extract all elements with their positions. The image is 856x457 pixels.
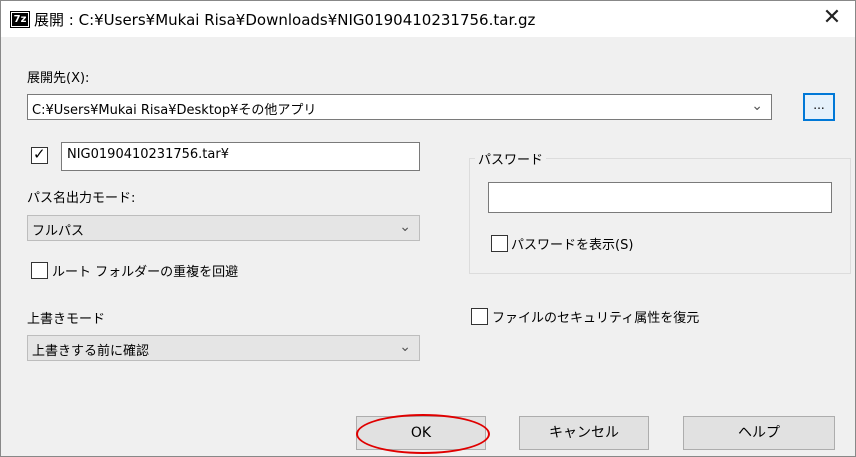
cancel-button[interactable]: キャンセル — [519, 416, 649, 450]
password-group — [469, 158, 851, 274]
close-icon: ✕ — [822, 5, 842, 30]
chevron-down-icon: ⌄ — [399, 219, 411, 235]
destination-combo[interactable]: C:¥Users¥Mukai Risa¥Desktop¥その他アプリ ⌄ — [27, 94, 772, 120]
checkmark-icon: ✓ — [33, 145, 46, 163]
path-mode-value: フルパス — [32, 224, 85, 239]
title-bar: 7z 展開 : C:¥Users¥Mukai Risa¥Downloads¥NI… — [1, 1, 855, 37]
avoid-duplicate-label: ルート フォルダーの重複を回避 — [52, 265, 239, 280]
overwrite-mode-value: 上書きする前に確認 — [32, 344, 150, 359]
path-mode-label: パス名出力モード: — [27, 191, 136, 206]
restore-security-checkbox[interactable] — [471, 308, 488, 325]
chevron-down-icon: ⌄ — [399, 339, 411, 355]
subfolder-input[interactable]: NIG0190410231756.tar¥ — [61, 142, 420, 171]
close-button[interactable]: ✕ — [809, 1, 855, 37]
path-mode-select[interactable]: フルパス ⌄ — [27, 215, 420, 241]
show-password-label: パスワードを表示(S) — [511, 238, 634, 253]
ok-button[interactable]: OK — [356, 416, 486, 450]
window-title: 展開 : C:¥Users¥Mukai Risa¥Downloads¥NIG01… — [34, 11, 536, 29]
7zip-icon: 7z — [10, 11, 30, 28]
overwrite-mode-label: 上書きモード — [27, 312, 106, 327]
chevron-down-icon[interactable]: ⌄ — [751, 98, 763, 114]
subfolder-value: NIG0190410231756.tar¥ — [67, 147, 229, 162]
extract-dialog: 7z 展開 : C:¥Users¥Mukai Risa¥Downloads¥NI… — [0, 0, 856, 457]
password-group-title: パスワード — [475, 149, 547, 168]
show-password-checkbox[interactable] — [491, 235, 508, 252]
destination-value: C:¥Users¥Mukai Risa¥Desktop¥その他アプリ — [32, 103, 317, 118]
help-button[interactable]: ヘルプ — [683, 416, 835, 450]
destination-label: 展開先(X): — [27, 71, 90, 86]
password-input[interactable] — [488, 182, 832, 213]
avoid-duplicate-checkbox[interactable] — [31, 262, 48, 279]
overwrite-mode-select[interactable]: 上書きする前に確認 ⌄ — [27, 335, 420, 361]
subfolder-checkbox[interactable]: ✓ — [31, 145, 48, 164]
restore-security-label: ファイルのセキュリティ属性を復元 — [492, 311, 700, 326]
browse-button[interactable]: ... — [803, 93, 835, 121]
